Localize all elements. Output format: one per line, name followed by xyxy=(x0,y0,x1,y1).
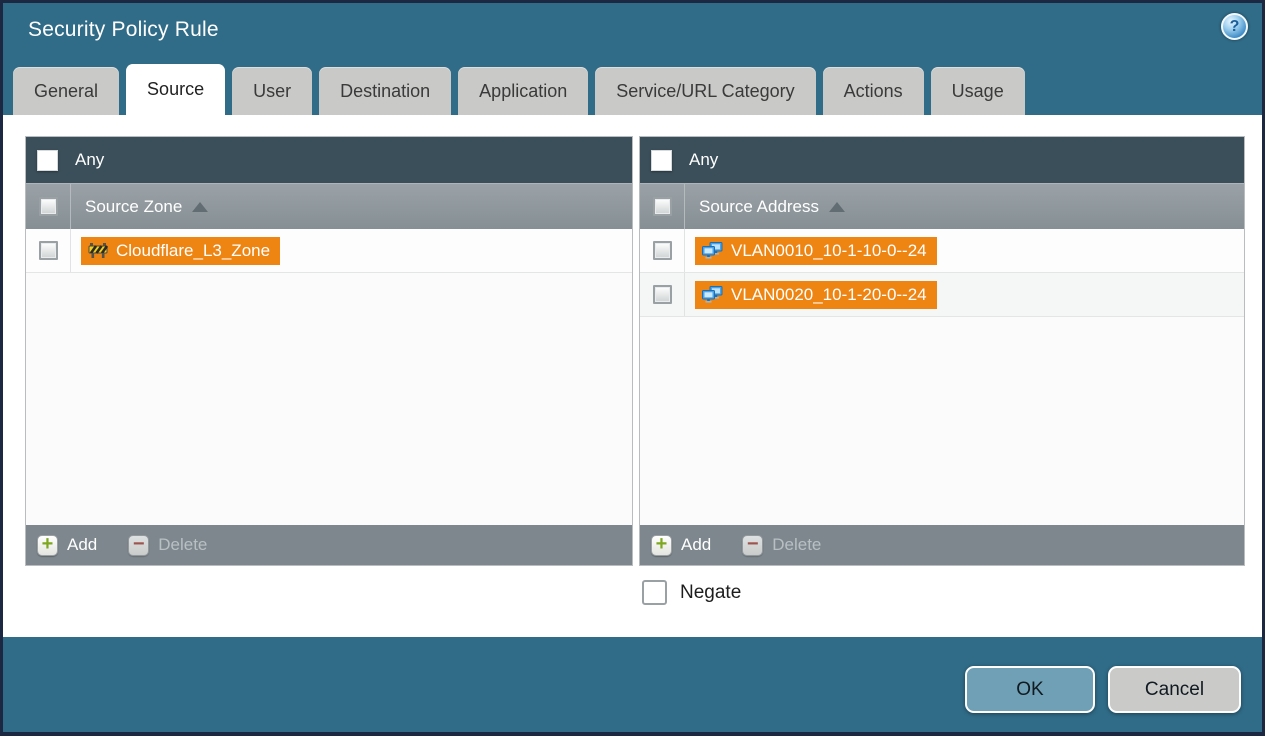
source-zone-panel: Any Source Zone Cloudflare_L3_Zone + Add… xyxy=(25,136,633,566)
address-icon xyxy=(702,286,723,303)
cancel-button[interactable]: Cancel xyxy=(1108,666,1241,713)
source-zone-delete-label: Delete xyxy=(158,535,208,554)
tab-usage[interactable]: Usage xyxy=(930,67,1025,115)
address-chip-label: VLAN0010_10-1-10-0--24 xyxy=(731,240,927,260)
delete-minus-icon: − xyxy=(742,534,764,556)
source-address-panel: Any Source Address VLAN0010_10-1-10-0--2… xyxy=(639,136,1245,566)
source-address-delete-label: Delete xyxy=(772,535,822,554)
source-address-column-header[interactable]: Source Address xyxy=(640,183,1244,229)
dialog-title: Security Policy Rule xyxy=(28,18,219,41)
source-address-any-header: Any xyxy=(640,137,1244,183)
sort-asc-arrow[interactable] xyxy=(829,201,846,212)
help-icon[interactable]: ? xyxy=(1221,13,1248,40)
source-zone-footer: + Add − Delete xyxy=(26,525,632,565)
tab-source[interactable]: Source xyxy=(126,64,226,115)
row-checkbox-cell xyxy=(26,229,71,272)
delete-minus-icon: − xyxy=(128,534,150,556)
negate-row: Negate xyxy=(642,580,741,605)
source-zone-any-header: Any xyxy=(26,137,632,183)
security-policy-rule-dialog: Security Policy Rule ? General Source Us… xyxy=(3,3,1262,732)
address-icon xyxy=(702,242,723,259)
source-address-select-all-checkbox[interactable] xyxy=(652,197,672,216)
zone-chip[interactable]: Cloudflare_L3_Zone xyxy=(81,236,281,265)
tab-user[interactable]: User xyxy=(232,67,313,115)
tab-general[interactable]: General xyxy=(13,67,120,115)
row-checkbox[interactable] xyxy=(652,241,672,260)
source-address-delete-button[interactable]: − Delete xyxy=(742,534,822,556)
add-plus-icon[interactable]: + xyxy=(651,534,672,556)
sort-asc-arrow[interactable] xyxy=(192,201,209,212)
source-zone-delete-button[interactable]: − Delete xyxy=(128,534,208,556)
source-address-any-checkbox[interactable] xyxy=(651,149,672,171)
negate-label: Negate xyxy=(680,581,742,603)
address-chip[interactable]: VLAN0010_10-1-10-0--24 xyxy=(695,236,937,265)
zone-chip-label: Cloudflare_L3_Zone xyxy=(116,240,271,260)
negate-checkbox[interactable] xyxy=(642,580,667,605)
add-plus-icon[interactable]: + xyxy=(37,534,58,556)
source-zone-any-label: Any xyxy=(75,150,105,169)
zone-icon xyxy=(88,242,108,259)
source-zone-column-label: Source Zone xyxy=(85,196,183,216)
source-zone-column-header[interactable]: Source Zone xyxy=(26,183,632,229)
tab-destination[interactable]: Destination xyxy=(319,67,452,115)
row-checkbox-cell xyxy=(640,273,685,316)
source-address-add-button[interactable]: Add xyxy=(681,535,711,555)
table-row[interactable]: VLAN0020_10-1-20-0--24 xyxy=(640,273,1244,317)
screen: Security Policy Rule ? General Source Us… xyxy=(0,0,1265,736)
source-address-any-label: Any xyxy=(689,150,719,169)
tab-actions[interactable]: Actions xyxy=(822,67,924,115)
table-row[interactable]: VLAN0010_10-1-10-0--24 xyxy=(640,229,1244,273)
source-zone-rows: Cloudflare_L3_Zone xyxy=(26,229,632,525)
source-zone-add-button[interactable]: Add xyxy=(67,535,97,555)
source-address-column-label: Source Address xyxy=(699,196,820,216)
address-chip[interactable]: VLAN0020_10-1-20-0--24 xyxy=(695,280,937,309)
table-row[interactable]: Cloudflare_L3_Zone xyxy=(26,229,632,273)
row-checkbox[interactable] xyxy=(652,285,672,304)
source-address-select-all-cell xyxy=(640,184,685,229)
tab-bar: General Source User Destination Applicat… xyxy=(13,64,1025,115)
tab-application[interactable]: Application xyxy=(458,67,589,115)
tab-service-url-category[interactable]: Service/URL Category xyxy=(595,67,816,115)
source-tab-content: Any Source Zone Cloudflare_L3_Zone + Add… xyxy=(3,115,1262,637)
row-checkbox-cell xyxy=(640,229,685,272)
source-zone-select-all-cell xyxy=(26,184,71,229)
source-zone-select-all-checkbox[interactable] xyxy=(38,197,58,216)
source-address-rows: VLAN0010_10-1-10-0--24 VLAN0020_10-1-20-… xyxy=(640,229,1244,525)
address-chip-label: VLAN0020_10-1-20-0--24 xyxy=(731,284,927,304)
row-checkbox[interactable] xyxy=(38,241,58,260)
source-address-footer: + Add − Delete xyxy=(640,525,1244,565)
source-zone-any-checkbox[interactable] xyxy=(37,149,58,171)
ok-button[interactable]: OK xyxy=(965,666,1095,713)
